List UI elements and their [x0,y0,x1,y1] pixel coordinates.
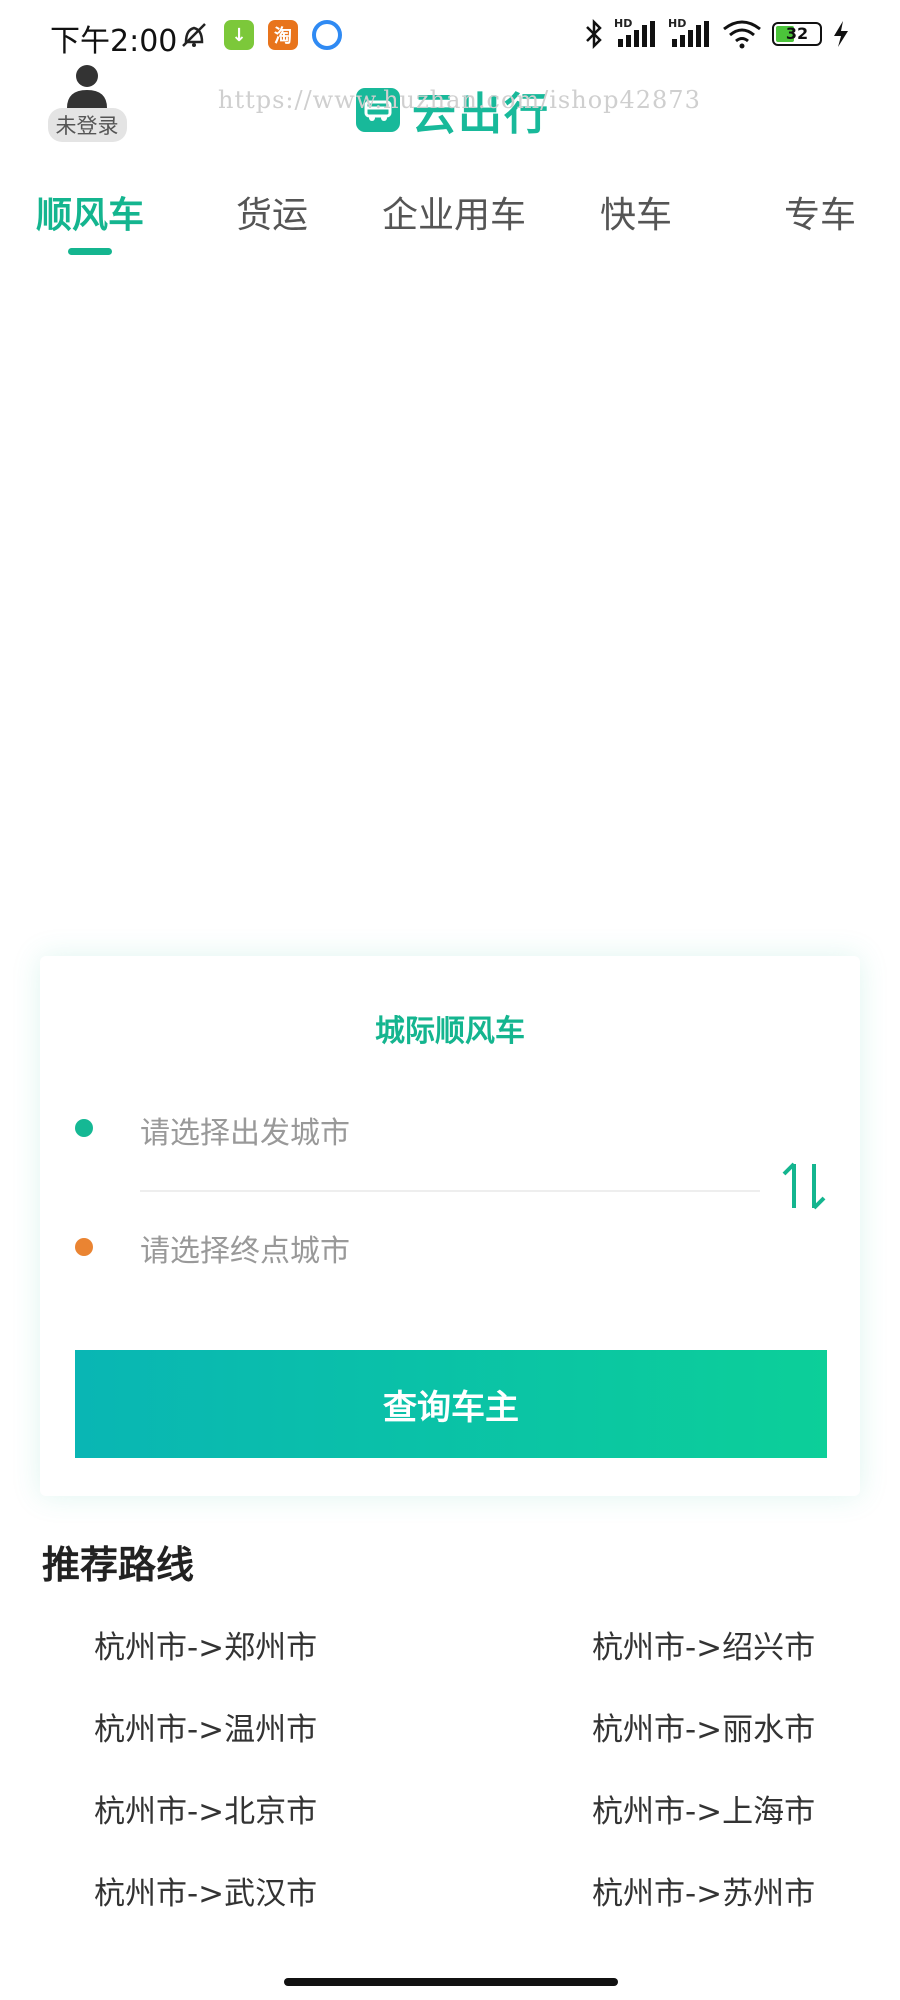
battery-icon: 32 [772,22,822,46]
route-item[interactable]: 杭州市->丽水市 [592,1704,815,1749]
tab-qiyeyongche[interactable]: 企业用车 [382,186,526,238]
status-bar: 下午2:00 ↓ 淘 HD HD 32 [0,0,900,70]
field-divider [140,1190,760,1192]
route-item[interactable]: 杭州市->北京市 [94,1786,317,1831]
tab-shunfengche[interactable]: 顺风车 [36,186,144,238]
taobao-app-icon: 淘 [268,20,298,50]
route-item[interactable]: 杭州市->上海市 [592,1786,815,1831]
wifi-icon [723,20,761,49]
download-app-icon: ↓ [224,20,254,50]
search-drivers-button[interactable]: 查询车主 [75,1350,827,1458]
end-city-field[interactable]: 请选择终点城市 [140,1226,350,1270]
tab-huoyun[interactable]: 货运 [236,186,308,238]
intercity-search-card: 城际顺风车 请选择出发城市 请选择终点城市 查询车主 [40,956,860,1496]
start-point-dot [75,1119,93,1137]
battery-level: 32 [785,24,809,43]
user-login-button[interactable]: 未登录 [42,62,132,142]
start-city-field[interactable]: 请选择出发城市 [140,1108,350,1152]
tab-zhuanche[interactable]: 专车 [784,186,856,238]
end-point-dot [75,1238,93,1256]
card-title: 城际顺风车 [375,1014,525,1049]
route-item[interactable]: 杭州市->武汉市 [94,1868,317,1913]
browser-app-icon [312,20,342,50]
status-time: 下午2:00 [50,24,178,59]
service-tabs: 顺风车 货运 企业用车 快车 专车 [0,186,900,266]
route-item[interactable]: 杭州市->郑州市 [94,1622,317,1667]
signal-icon-2: HD [668,17,712,49]
status-left-icons: ↓ 淘 [178,20,342,50]
home-indicator[interactable] [284,1978,618,1986]
charging-icon [834,21,848,47]
login-status-badge: 未登录 [47,108,127,142]
swap-cities-icon[interactable] [778,1156,830,1216]
active-tab-indicator [68,248,112,255]
bluetooth-icon [586,18,602,50]
route-item[interactable]: 杭州市->绍兴市 [592,1622,815,1667]
recommended-routes-title: 推荐路线 [42,1543,195,1587]
route-item[interactable]: 杭州市->苏州市 [592,1868,815,1913]
status-right-icons: HD HD 32 [584,17,850,50]
tab-kuaiche[interactable]: 快车 [600,186,672,238]
user-avatar-icon [67,65,107,108]
watermark-text: https://www.huzhan.com/ishop42873 [218,86,701,114]
signal-icon-1: HD [614,17,658,49]
route-item[interactable]: 杭州市->温州市 [94,1704,317,1749]
mute-icon [182,23,206,47]
